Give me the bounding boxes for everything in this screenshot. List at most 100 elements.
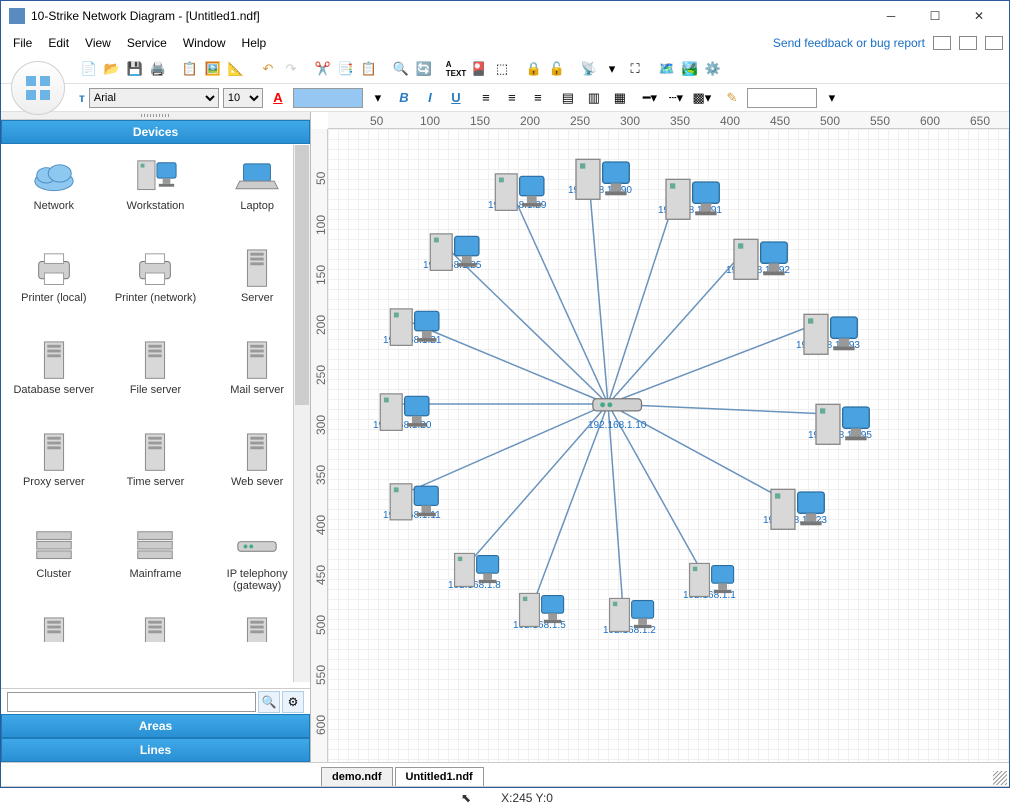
- scan-icon[interactable]: 📡: [579, 59, 599, 79]
- maximize-button[interactable]: ☐: [913, 1, 957, 31]
- mdi-close[interactable]: [985, 36, 1003, 50]
- line-style[interactable]: ━▾: [639, 87, 661, 109]
- align-right[interactable]: ≡: [527, 87, 549, 109]
- pic-icon[interactable]: 🎴: [469, 59, 489, 79]
- node-192-168-1-25[interactable]: 192.168.1.25: [423, 229, 481, 271]
- print-icon[interactable]: 🖨️: [148, 59, 168, 79]
- device-workstation[interactable]: Workstation: [107, 152, 205, 240]
- group-icon[interactable]: ⬚: [492, 59, 512, 79]
- node-192-168-1-223[interactable]: 192.168.1.223: [763, 484, 827, 526]
- cut-icon[interactable]: ✂️: [313, 59, 333, 79]
- device-cluster[interactable]: Cluster: [5, 520, 103, 608]
- line-dropdown[interactable]: ▾: [821, 87, 843, 109]
- search-input[interactable]: [7, 692, 256, 712]
- mdi-minimize[interactable]: [933, 36, 951, 50]
- menu-help[interactable]: Help: [236, 34, 273, 52]
- device-mainframe[interactable]: Mainframe: [107, 520, 205, 608]
- node-192-168-1-2[interactable]: 192.168.1.2: [603, 594, 656, 636]
- app-logo[interactable]: [11, 61, 65, 115]
- font-color[interactable]: A: [267, 87, 289, 109]
- device-printer-local-[interactable]: Printer (local): [5, 244, 103, 332]
- fit-icon[interactable]: ⛶: [625, 59, 645, 79]
- copy-icon[interactable]: 📑: [336, 59, 356, 79]
- line-pattern[interactable]: ▩▾: [691, 87, 713, 109]
- node-192-168-1-21[interactable]: 192.168.1.21: [383, 304, 441, 346]
- menu-file[interactable]: File: [7, 34, 38, 52]
- visio-icon[interactable]: 📐: [226, 59, 246, 79]
- new-icon[interactable]: 📄: [79, 59, 99, 79]
- device-ip-telephony-gateway-[interactable]: IP telephony (gateway): [208, 520, 306, 608]
- node-192-168-1-20[interactable]: 192.168.1.20: [373, 389, 431, 431]
- node-192-168-1-10[interactable]: 192.168.1.10: [588, 389, 646, 431]
- menu-edit[interactable]: Edit: [42, 34, 75, 52]
- dropdown-icon[interactable]: ▾: [602, 59, 622, 79]
- device-web-sever[interactable]: Web sever: [208, 428, 306, 516]
- canvas[interactable]: 192.168.1.190192.168.1.29192.168.1.19119…: [328, 129, 1009, 762]
- lines-header[interactable]: Lines: [1, 738, 310, 762]
- fill-swatch[interactable]: [293, 88, 363, 108]
- resize-grip[interactable]: [993, 771, 1007, 785]
- node-192-168-1-8[interactable]: 192.168.1.8: [448, 549, 501, 591]
- device-time-server[interactable]: Time server: [107, 428, 205, 516]
- underline-button[interactable]: U: [445, 87, 467, 109]
- fill-dropdown[interactable]: ▾: [367, 87, 389, 109]
- menu-view[interactable]: View: [79, 34, 117, 52]
- font-select[interactable]: Arial: [89, 88, 219, 108]
- device-server[interactable]: Server: [208, 244, 306, 332]
- device-printer-network-[interactable]: Printer (network): [107, 244, 205, 332]
- node-192-168-1-193[interactable]: 192.168.1.193: [796, 309, 860, 351]
- node-192-168-1-192[interactable]: 192.168.1.192: [726, 234, 790, 276]
- line-color[interactable]: ✎: [721, 87, 743, 109]
- valign-top[interactable]: ▤: [557, 87, 579, 109]
- device-file-server[interactable]: File server: [107, 336, 205, 424]
- node-192-168-1-191[interactable]: 192.168.1.191: [658, 174, 722, 216]
- line-color-swatch[interactable]: [747, 88, 817, 108]
- search-button[interactable]: 🔍: [258, 691, 280, 713]
- node-192-168-1-1[interactable]: 192.168.1.1: [683, 559, 736, 601]
- undo-icon[interactable]: ↶: [258, 59, 278, 79]
- save-icon[interactable]: 💾: [125, 59, 145, 79]
- line-dash[interactable]: ┄▾: [665, 87, 687, 109]
- open-icon[interactable]: 📂: [102, 59, 122, 79]
- size-select[interactable]: 10: [223, 88, 263, 108]
- device-proxy-server[interactable]: Proxy server: [5, 428, 103, 516]
- menu-service[interactable]: Service: [121, 34, 173, 52]
- node-192-168-1-190[interactable]: 192.168.1.190: [568, 154, 632, 196]
- valign-bot[interactable]: ▦: [609, 87, 631, 109]
- menu-window[interactable]: Window: [177, 34, 232, 52]
- close-button[interactable]: ✕: [957, 1, 1001, 31]
- image-icon[interactable]: 🖼️: [203, 59, 223, 79]
- text-icon[interactable]: ATEXT: [446, 59, 466, 79]
- devices-header[interactable]: Devices: [1, 120, 310, 144]
- minimize-button[interactable]: ─: [869, 1, 913, 31]
- find-icon[interactable]: 🔍: [391, 59, 411, 79]
- device-database-server[interactable]: Database server: [5, 336, 103, 424]
- align-center[interactable]: ≡: [501, 87, 523, 109]
- node-192-168-1-5[interactable]: 192.168.1.5: [513, 589, 566, 631]
- areas-header[interactable]: Areas: [1, 714, 310, 738]
- device-mail-server[interactable]: Mail server: [208, 336, 306, 424]
- paste-icon[interactable]: 📋: [359, 59, 379, 79]
- sidebar-scrollbar[interactable]: [293, 145, 310, 682]
- device-network[interactable]: Network: [5, 152, 103, 240]
- search-settings[interactable]: ⚙: [282, 691, 304, 713]
- italic-button[interactable]: I: [419, 87, 441, 109]
- bold-button[interactable]: B: [393, 87, 415, 109]
- node-192-168-1-29[interactable]: 192.168.1.29: [488, 169, 546, 211]
- map-icon[interactable]: 🗺️: [657, 59, 677, 79]
- bg-icon[interactable]: 🏞️: [680, 59, 700, 79]
- valign-mid[interactable]: ▥: [583, 87, 605, 109]
- scroll-thumb[interactable]: [295, 145, 309, 405]
- tab-untitled1[interactable]: Untitled1.ndf: [395, 767, 484, 786]
- lock-icon[interactable]: 🔒: [524, 59, 544, 79]
- unlock-icon[interactable]: 🔓: [547, 59, 567, 79]
- replace-icon[interactable]: 🔄: [414, 59, 434, 79]
- export-icon[interactable]: 📋: [180, 59, 200, 79]
- device-laptop[interactable]: Laptop: [208, 152, 306, 240]
- align-left[interactable]: ≡: [475, 87, 497, 109]
- node-192-168-1-11[interactable]: 192.168.1.11: [383, 479, 441, 521]
- feedback-link[interactable]: Send feedback or bug report: [773, 36, 925, 50]
- mdi-restore[interactable]: [959, 36, 977, 50]
- node-192-168-1-195[interactable]: 192.168.1.195: [808, 399, 872, 441]
- settings-icon[interactable]: ⚙️: [703, 59, 723, 79]
